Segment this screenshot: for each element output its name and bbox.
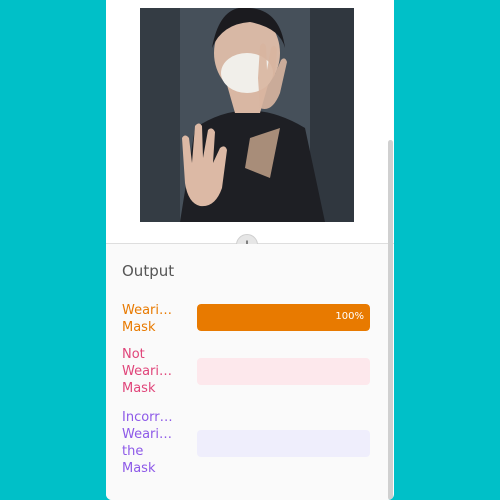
classifier-card: Output Weari… Mask 100% Not Weari… Mask … [106, 0, 394, 500]
input-image [140, 8, 354, 222]
result-label-not-wearing-mask: Not Weari… Mask [122, 347, 173, 396]
result-bar-incorrectly-wearing-mask [197, 430, 370, 457]
result-bar-not-wearing-mask [197, 358, 370, 385]
scrollbar[interactable] [388, 140, 393, 500]
output-panel: Output Weari… Mask 100% Not Weari… Mask … [106, 244, 388, 500]
result-label-incorrectly-wearing-mask: Incorr… Weari… the Mask [122, 410, 173, 476]
result-value-wearing-mask: 100% [335, 311, 364, 322]
result-label-wearing-mask: Weari… Mask [122, 303, 173, 335]
masked-person-image [140, 8, 354, 222]
result-bar-wearing-mask: 100% [197, 304, 370, 331]
output-title: Output [122, 262, 175, 280]
